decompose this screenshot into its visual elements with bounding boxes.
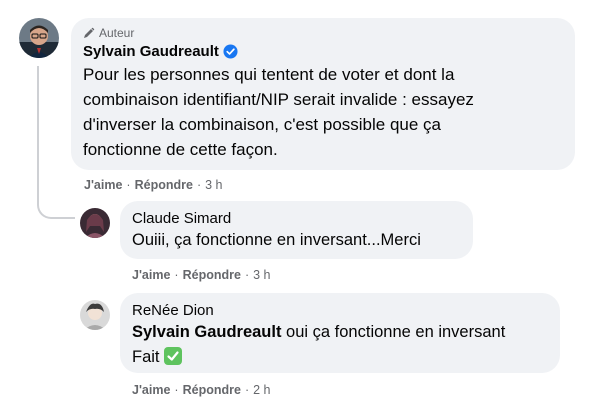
avatar-sylvain[interactable]	[19, 18, 59, 58]
separator: ·	[196, 178, 202, 192]
reply-button[interactable]: Répondre	[183, 268, 241, 282]
main-comment-actions: J'aime · Répondre · 3 h	[84, 178, 223, 192]
comment-author[interactable]: Sylvain Gaudreault	[83, 43, 563, 60]
separator: ·	[126, 178, 131, 192]
comment-author-name[interactable]: Sylvain Gaudreault	[83, 43, 219, 60]
reply2-text: Sylvain Gaudreault oui ça fonctionne en …	[132, 320, 548, 345]
comment-line: Pour les personnes qui tentent de voter …	[83, 65, 455, 84]
reply2-fait: Fait	[132, 348, 160, 366]
like-button[interactable]: J'aime	[132, 383, 170, 397]
comment-line: fonctionne de cette façon.	[83, 140, 278, 159]
separator: ·	[244, 268, 250, 282]
thread-line	[37, 66, 39, 196]
reply1-text: Ouiii, ça fonctionne en inversant...Merc…	[132, 231, 421, 249]
comment-line: combinaison identifiant/NIP serait inval…	[83, 90, 474, 109]
timestamp[interactable]: 3 h	[205, 178, 222, 192]
reply1-bubble: Claude Simard Ouiii, ça fonctionne en in…	[120, 201, 473, 259]
reply2-author[interactable]: ReNée Dion	[132, 302, 548, 319]
reply2-bubble: ReNée Dion Sylvain Gaudreault oui ça fon…	[120, 293, 560, 373]
separator: ·	[174, 383, 179, 397]
reply1-actions: J'aime · Répondre · 3 h	[132, 268, 271, 282]
reply2-text-rest: oui ça fonctionne en inversant	[281, 323, 506, 341]
verified-badge-icon	[223, 44, 238, 59]
comment-text: Pour les personnes qui tentent de voter …	[83, 62, 563, 162]
author-badge-label: Auteur	[99, 26, 135, 40]
pencil-icon	[84, 27, 95, 38]
reply2-text-line2: Fait	[132, 345, 548, 370]
reply2-actions: J'aime · Répondre · 2 h	[132, 383, 271, 397]
avatar-renee[interactable]	[80, 300, 110, 330]
like-button[interactable]: J'aime	[84, 178, 122, 192]
comment-line: d'inverser la combinaison, c'est possibl…	[83, 115, 442, 134]
reply-button[interactable]: Répondre	[135, 178, 193, 192]
check-mark-icon	[164, 347, 183, 365]
timestamp[interactable]: 3 h	[253, 268, 270, 282]
reply1-author[interactable]: Claude Simard	[132, 210, 461, 227]
main-comment-bubble: Auteur Sylvain Gaudreault Pour les perso…	[71, 18, 575, 170]
mention-link[interactable]: Sylvain Gaudreault	[132, 323, 281, 341]
reply-button[interactable]: Répondre	[183, 383, 241, 397]
avatar-claude[interactable]	[80, 208, 110, 238]
separator: ·	[244, 383, 250, 397]
timestamp[interactable]: 2 h	[253, 383, 270, 397]
thread-curve	[37, 195, 75, 219]
separator: ·	[174, 268, 179, 282]
like-button[interactable]: J'aime	[132, 268, 170, 282]
author-badge: Auteur	[83, 26, 563, 40]
